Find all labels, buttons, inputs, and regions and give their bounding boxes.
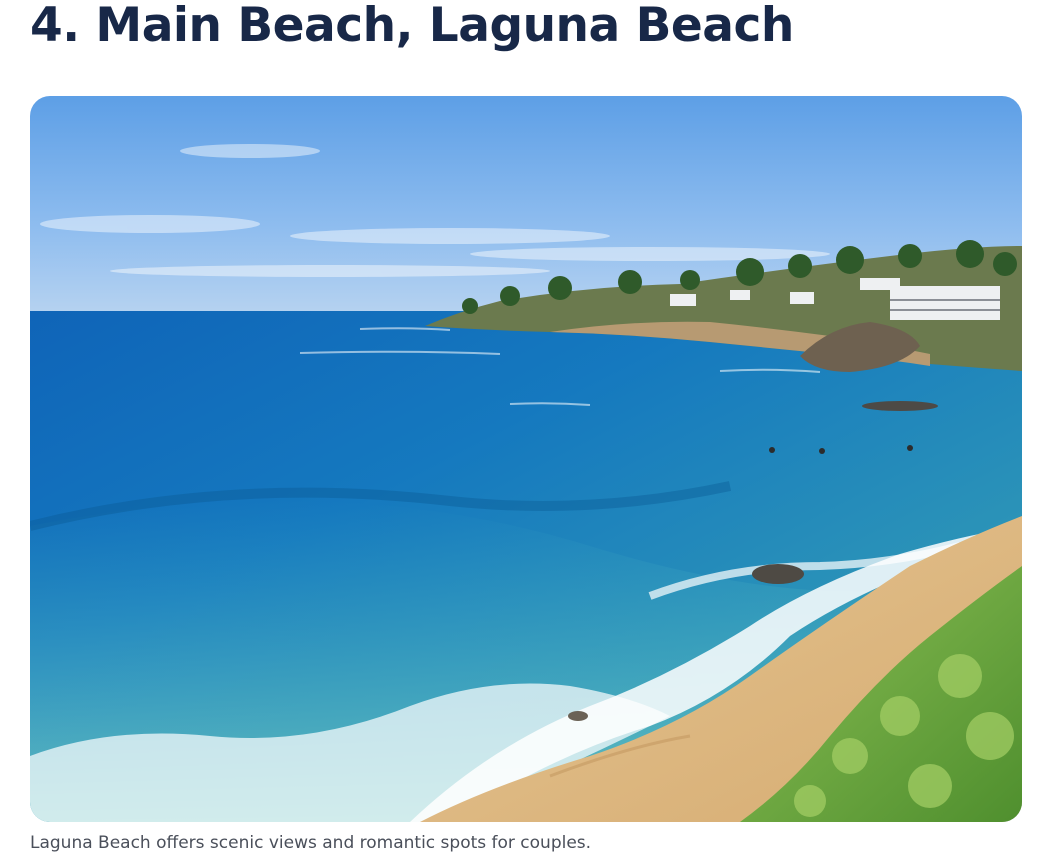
section-heading: 4. Main Beach, Laguna Beach (30, 0, 794, 53)
image-caption: Laguna Beach offers scenic views and rom… (30, 833, 592, 853)
beach-photo (30, 96, 1022, 822)
